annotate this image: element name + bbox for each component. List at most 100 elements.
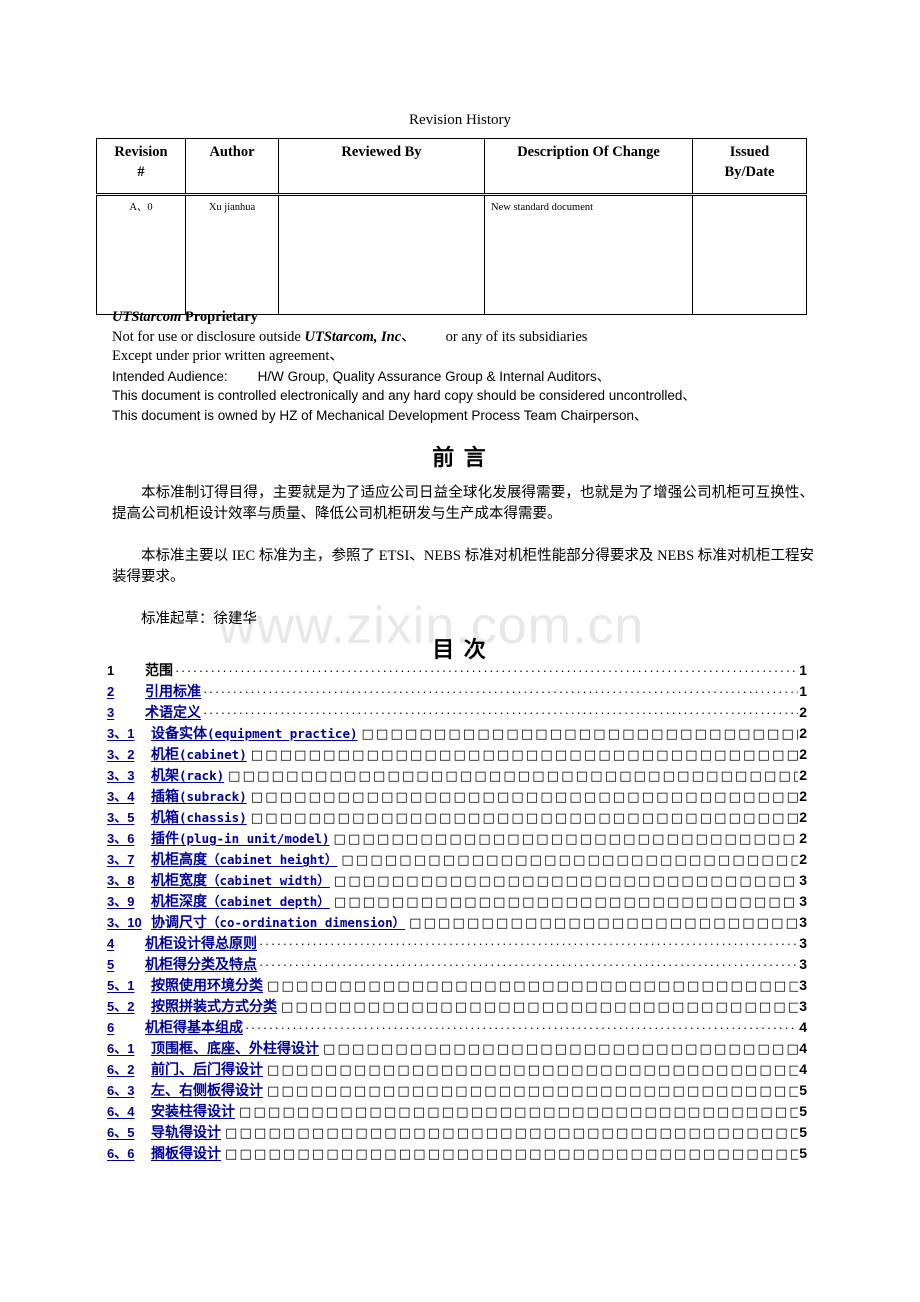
toc-entry-label[interactable]: 机柜得基本组成 — [145, 1017, 243, 1037]
toc-entry-label[interactable]: 机柜得分类及特点 — [145, 954, 257, 974]
toc-entry-label[interactable]: 插箱(subrack) — [151, 786, 247, 806]
toc-entry[interactable]: 2 引用标准 ···································… — [107, 681, 807, 702]
toc-leader: □□□□□□□□□□□□□□□□□□□□□□□□□□□□□□□□□□□□□□□□… — [250, 790, 799, 805]
toc-leader: □□□□□□□□□□□□□□□□□□□□□□□□□□□□□□□□□□□□□□□□… — [228, 769, 798, 784]
toc-entry-number[interactable]: 3 — [107, 705, 133, 720]
toc-entry[interactable]: 3 术语定义 ···································… — [107, 702, 807, 723]
toc-entry-page-number: 3 — [799, 914, 807, 930]
toc-entry[interactable]: 3、9 机柜深度（cabinet depth） □□□□□□□□□□□□□□□□□□… — [107, 891, 807, 912]
toc-entry-label[interactable]: 导轨得设计 — [151, 1122, 221, 1142]
toc-entry[interactable]: 5 机柜得分类及特点 ·······························… — [107, 954, 807, 975]
toc-entry-label[interactable]: 插件(plug-in unit/model) — [151, 828, 330, 848]
toc-entry-page-number: 3 — [799, 935, 807, 951]
toc-entry-label[interactable]: 机柜高度（cabinet height） — [151, 849, 337, 869]
toc-entry-label[interactable]: 搁板得设计 — [151, 1143, 221, 1163]
toc-entry-number[interactable]: 6 — [107, 1020, 133, 1035]
toc-entry[interactable]: 3、7 机柜高度（cabinet height） □□□□□□□□□□□□□□□□□… — [107, 849, 807, 870]
toc-entry-number[interactable]: 5 — [107, 957, 133, 972]
toc-entry-label-zh: 术语定义 — [145, 706, 201, 721]
toc-entry-page-number: 3 — [799, 977, 807, 993]
toc-entry[interactable]: 3、5 机箱(chassis) □□□□□□□□□□□□□□□□□□□□□□□□□□… — [107, 807, 807, 828]
toc-entry[interactable]: 6、3 左、右侧板得设计 □□□□□□□□□□□□□□□□□□□□□□□□□□□□□… — [107, 1080, 807, 1101]
toc-entry-number[interactable]: 3、4 — [107, 786, 147, 805]
notice-audience-value: H/W Group, Quality Assurance Group & Int… — [257, 368, 611, 384]
toc-entry-label-zh: 按照使用环境分类 — [151, 979, 263, 994]
toc-entry[interactable]: 6、6 搁板得设计 □□□□□□□□□□□□□□□□□□□□□□□□□□□□□□□□… — [107, 1143, 807, 1164]
toc-entry[interactable]: 3、6 插件(plug-in unit/model) □□□□□□□□□□□□□□□… — [107, 828, 807, 849]
toc-entry-number[interactable]: 3、9 — [107, 891, 147, 910]
toc-entry-number[interactable]: 3、1 — [107, 723, 147, 742]
toc-entry-page-number: 5 — [799, 1124, 807, 1140]
toc-entry-page-number: 2 — [799, 767, 807, 783]
toc-entry-label[interactable]: 协调尺寸（co-ordination dimension） — [151, 912, 405, 932]
toc-entry-number[interactable]: 3、7 — [107, 849, 147, 868]
toc-entry-page-number: 2 — [799, 830, 807, 846]
toc-entry-number[interactable]: 6、2 — [107, 1059, 147, 1078]
toc-entry-number[interactable]: 6、5 — [107, 1122, 147, 1141]
toc-entry[interactable]: 6 机柜得基本组成 ································… — [107, 1017, 807, 1038]
toc-entry-number[interactable]: 5、1 — [107, 975, 147, 994]
toc-entry-page-number: 2 — [799, 851, 807, 867]
toc-entry-label[interactable]: 安装柱得设计 — [151, 1101, 235, 1121]
toc-entry-number[interactable]: 3、5 — [107, 807, 147, 826]
toc-entry-label[interactable]: 按照使用环境分类 — [151, 975, 263, 995]
toc-entry-number[interactable]: 6、4 — [107, 1101, 147, 1120]
toc-entry-number[interactable]: 3、6 — [107, 828, 147, 847]
column-header-issued-line2: By/Date — [724, 163, 775, 180]
toc-entry-label[interactable]: 机架(rack) — [151, 765, 224, 785]
proprietary-notice: UTStarcom Proprietary Not for use or dis… — [112, 308, 812, 425]
toc-leader: □□□□□□□□□□□□□□□□□□□□□□□□□□□□□□□□□□□□□□□□… — [225, 1126, 799, 1141]
toc-entry-number[interactable]: 2 — [107, 684, 133, 699]
toc-entry-label[interactable]: 前门、后门得设计 — [151, 1059, 263, 1079]
toc-entry-number[interactable]: 6、1 — [107, 1038, 147, 1057]
toc-entry[interactable]: 3、10 协调尺寸（co-ordination dimension） □□□□□□□… — [107, 912, 807, 933]
toc-entry: 1 范围 ·····································… — [107, 660, 807, 681]
revision-history-title: Revision History — [408, 112, 512, 128]
toc-entry-number[interactable]: 3、3 — [107, 765, 147, 784]
toc-entry[interactable]: 4 机柜设计得总原则 ·······························… — [107, 933, 807, 954]
toc-entry-label[interactable]: 按照拼装式方式分类 — [151, 996, 277, 1016]
notice-line2-brand: UTStarcom, Inc — [304, 328, 402, 345]
table-header-row: Revision # Author Reviewed By Descriptio… — [96, 138, 807, 196]
toc-entry[interactable]: 3、2 机柜(cabinet) □□□□□□□□□□□□□□□□□□□□□□□□□□… — [107, 744, 807, 765]
toc-entry[interactable]: 5、1 按照使用环境分类 □□□□□□□□□□□□□□□□□□□□□□□□□□□□□… — [107, 975, 807, 996]
toc-entry[interactable]: 6、2 前门、后门得设计 □□□□□□□□□□□□□□□□□□□□□□□□□□□□□… — [107, 1059, 807, 1080]
toc-entry[interactable]: 3、8 机柜宽度（cabinet width） □□□□□□□□□□□□□□□□□□… — [107, 870, 807, 891]
column-header-issued-line1: Issued — [729, 144, 770, 160]
toc-entry-label[interactable]: 顶围框、底座、外柱得设计 — [151, 1038, 319, 1058]
toc-entry-page-number: 3 — [799, 893, 807, 909]
column-header-issued-by-date: Issued By/Date — [692, 138, 807, 196]
toc-entry-page-number: 1 — [799, 683, 807, 699]
toc-entry[interactable]: 3、1 设备实体(equipment practice) □□□□□□□□□□□□□… — [107, 723, 807, 744]
toc-entry-number[interactable]: 3、10 — [107, 912, 147, 931]
toc-entry[interactable]: 5、2 按照拼装式方式分类 □□□□□□□□□□□□□□□□□□□□□□□□□□□□… — [107, 996, 807, 1017]
toc-entry-number[interactable]: 5、2 — [107, 996, 147, 1015]
toc-entry-label[interactable]: 左、右侧板得设计 — [151, 1080, 263, 1100]
toc-entry-number[interactable]: 3、2 — [107, 744, 147, 763]
toc-entry-label[interactable]: 机柜深度（cabinet depth） — [151, 891, 330, 911]
toc-entry-label[interactable]: 机箱(chassis) — [151, 807, 247, 827]
toc-leader: □□□□□□□□□□□□□□□□□□□□□□□□□□□□□□□□□□□□□□□□… — [323, 1042, 799, 1057]
toc-entry[interactable]: 3、4 插箱(subrack) □□□□□□□□□□□□□□□□□□□□□□□□□□… — [107, 786, 807, 807]
toc-entry-number[interactable]: 3、8 — [107, 870, 147, 889]
toc-entry[interactable]: 6、4 安装柱得设计 □□□□□□□□□□□□□□□□□□□□□□□□□□□□□□□… — [107, 1101, 807, 1122]
toc-entry-page-number: 3 — [799, 998, 807, 1014]
toc-entry[interactable]: 6、1 顶围框、底座、外柱得设计 □□□□□□□□□□□□□□□□□□□□□□□□□… — [107, 1038, 807, 1059]
toc-entry[interactable]: 6、5 导轨得设计 □□□□□□□□□□□□□□□□□□□□□□□□□□□□□□□□… — [107, 1122, 807, 1143]
toc-entry-label[interactable]: 术语定义 — [145, 702, 201, 722]
toc-entry-label[interactable]: 引用标准 — [145, 681, 201, 701]
toc-entry-label[interactable]: 机柜(cabinet) — [151, 744, 247, 764]
toc-entry-label[interactable]: 机柜宽度（cabinet width） — [151, 870, 330, 890]
notice-line-4: Intended Audience: H/W Group, Quality Ass… — [112, 367, 812, 387]
toc-leader: □□□□□□□□□□□□□□□□□□□□□□□□□□□□□□□□□□□□□□□□… — [250, 748, 799, 763]
toc-entry-label[interactable]: 设备实体(equipment practice) — [151, 723, 358, 743]
preface-drafter: 标准起草：徐建华 — [141, 611, 257, 627]
notice-brand: UTStarcom — [112, 309, 182, 325]
toc-leader: ········································… — [203, 705, 798, 720]
toc-entry-label-zh: 按照拼装式方式分类 — [151, 1000, 277, 1015]
toc-entry[interactable]: 3、3 机架(rack) □□□□□□□□□□□□□□□□□□□□□□□□□□□□□… — [107, 765, 807, 786]
toc-entry-number[interactable]: 6、6 — [107, 1143, 147, 1162]
toc-entry-label[interactable]: 机柜设计得总原则 — [145, 933, 257, 953]
toc-entry-number[interactable]: 4 — [107, 936, 133, 951]
toc-entry-number[interactable]: 6、3 — [107, 1080, 147, 1099]
